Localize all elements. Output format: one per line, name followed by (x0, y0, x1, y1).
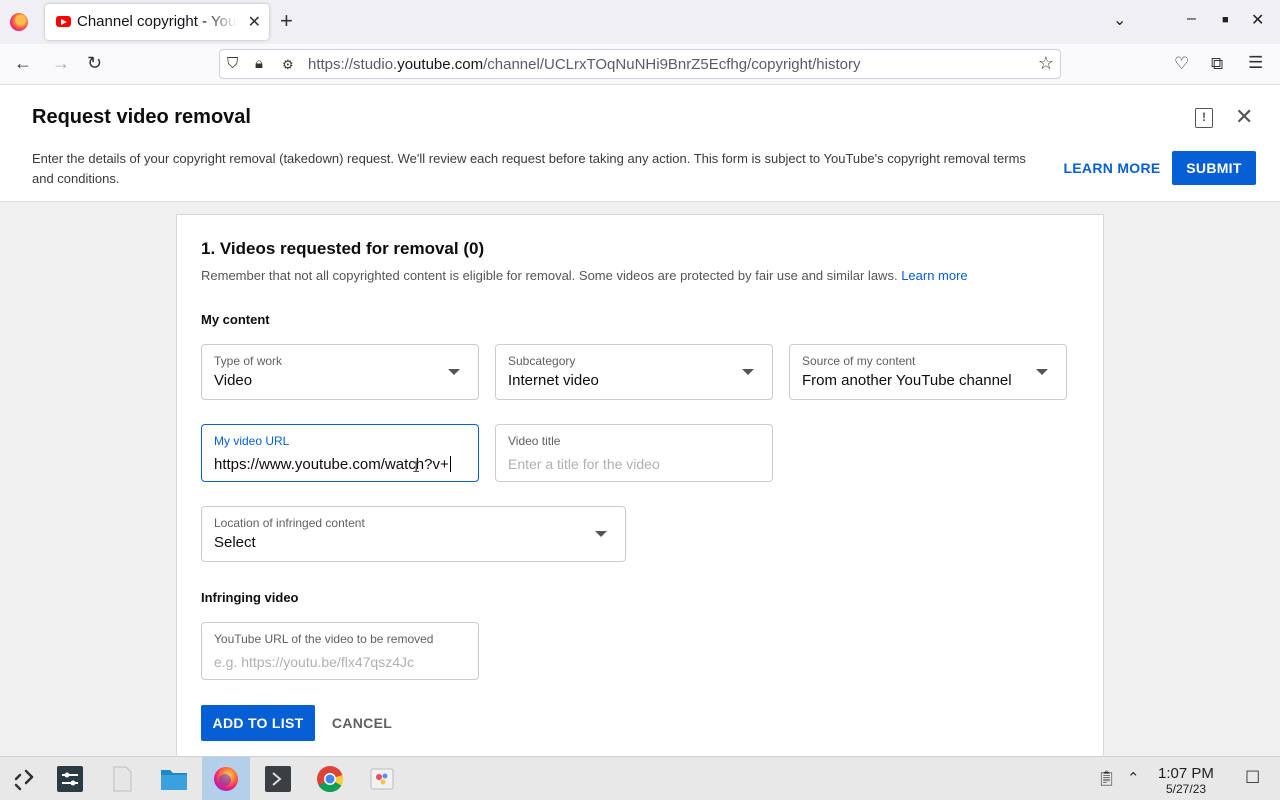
tab-list-chevron-icon[interactable]: ⌄ (1113, 10, 1126, 30)
subcategory-select[interactable]: Subcategory Internet video (495, 344, 773, 400)
location-value: Select (214, 534, 256, 551)
video-title-label: Video title (508, 434, 561, 448)
section-description: Remember that not all copyrighted conten… (201, 268, 968, 283)
taskbar-paint-app[interactable] (358, 757, 406, 800)
dropdown-arrow-icon (595, 531, 607, 537)
settings-app-icon (57, 766, 83, 792)
subcategory-value: Internet video (508, 372, 599, 389)
taskbar-file-manager[interactable] (150, 757, 198, 800)
taskbar-files[interactable] (98, 757, 146, 800)
document-icon (113, 766, 132, 792)
my-video-url-value[interactable]: https://www.youtube.com/watch?v+ (214, 456, 468, 473)
firefox-icon[interactable] (10, 13, 28, 31)
page-header: Request video removal Enter the details … (0, 85, 1280, 202)
dropdown-arrow-icon (742, 369, 754, 375)
my-content-label: My content (201, 312, 270, 327)
infringing-url-label: YouTube URL of the video to be removed (214, 632, 434, 646)
source-of-content-select[interactable]: Source of my content From another YouTub… (789, 344, 1067, 400)
tab-close-icon[interactable]: ✕ (248, 12, 261, 32)
dropdown-arrow-icon (1036, 369, 1048, 375)
section-title: 1. Videos requested for removal (0) (201, 239, 485, 258)
taskbar-settings[interactable] (46, 757, 94, 800)
bookmark-star-icon[interactable]: ☆ (1038, 53, 1054, 74)
shield-icon[interactable]: ⛉ (227, 55, 238, 72)
removal-form-card: 1. Videos requested for removal (0) Reme… (176, 214, 1104, 774)
app-launcher[interactable] (0, 757, 48, 800)
text-caret (449, 456, 451, 472)
browser-tab-active[interactable]: Channel copyright - YouTube Studio ✕ (45, 4, 269, 40)
my-video-url-label: My video URL (214, 434, 290, 448)
chrome-icon (317, 766, 344, 793)
minimize-icon[interactable]: – (1187, 10, 1196, 28)
add-to-list-button[interactable]: ADD TO LIST (201, 705, 315, 741)
taskbar-terminal[interactable] (254, 757, 302, 800)
location-of-infringed-content-select[interactable]: Location of infringed content Select (201, 506, 626, 562)
tray-expand-icon[interactable]: ⌃ (1127, 769, 1140, 787)
url-text[interactable]: https://studio.youtube.com/channel/UCLrx… (308, 56, 861, 73)
pocket-icon[interactable]: ♡ (1174, 54, 1189, 74)
clipboard-icon[interactable]: 📋︎ (1097, 769, 1116, 787)
clock-date[interactable]: 5/27/23 (1166, 782, 1206, 796)
app-menu-icon[interactable]: ☰ (1248, 53, 1263, 73)
folder-icon (161, 770, 187, 790)
show-desktop-icon[interactable]: ☐ (1245, 768, 1260, 788)
forward-icon[interactable]: → (52, 53, 70, 74)
youtube-favicon-icon (56, 16, 71, 27)
infringing-video-label: Infringing video (201, 590, 299, 605)
maximize-icon[interactable]: ■ (1222, 14, 1229, 26)
location-label: Location of infringed content (214, 516, 365, 530)
tab-title: Channel copyright - YouTube Studio (77, 13, 237, 30)
permissions-icon[interactable]: ⚙ (282, 57, 294, 73)
cancel-button[interactable]: CANCEL (327, 705, 397, 741)
reload-icon[interactable]: ↻ (87, 53, 102, 74)
source-label: Source of my content (802, 354, 916, 368)
submit-button[interactable]: SUBMIT (1172, 151, 1256, 185)
infringing-url-placeholder: e.g. https://youtu.be/flx47qsz4Jc (214, 654, 415, 670)
video-title-placeholder: Enter a title for the video (508, 456, 660, 472)
taskbar-firefox[interactable] (202, 757, 250, 800)
url-bar[interactable]: ⛉ 🔒︎ ⚙ https://studio.youtube.com/channe… (219, 49, 1061, 79)
close-dialog-icon[interactable]: ✕ (1235, 105, 1253, 129)
back-icon[interactable]: ← (14, 53, 32, 74)
type-of-work-select[interactable]: Type of work Video (201, 344, 479, 400)
clock-time[interactable]: 1:07 PM (1158, 765, 1214, 782)
learn-more-button[interactable]: LEARN MORE (1060, 151, 1164, 185)
type-of-work-value: Video (214, 372, 253, 389)
new-tab-button[interactable]: + (280, 9, 293, 33)
page-description: Enter the details of your copyright remo… (32, 151, 1026, 186)
browser-tab-strip: Channel copyright - YouTube Studio ✕ + ⌄… (0, 0, 1280, 44)
extensions-icon[interactable]: ⧉ (1211, 54, 1223, 74)
source-value: From another YouTube channel (802, 372, 1012, 389)
type-of-work-label: Type of work (214, 354, 283, 368)
taskbar: 📋︎ ⌃ 1:07 PM 5/27/23 ☐ (0, 756, 1280, 800)
launcher-icon (14, 769, 34, 791)
firefox-icon (214, 767, 238, 791)
page-title: Request video removal (32, 106, 251, 128)
terminal-icon (265, 766, 291, 792)
dropdown-arrow-icon (448, 369, 460, 375)
window-close-icon[interactable]: ✕ (1251, 10, 1264, 30)
learn-more-link[interactable]: Learn more (901, 268, 967, 283)
video-title-input[interactable]: Video title Enter a title for the video (495, 424, 773, 482)
lock-icon[interactable]: 🔒︎ (255, 55, 263, 72)
subcategory-label: Subcategory (508, 354, 576, 368)
my-video-url-input[interactable]: My video URL https://www.youtube.com/wat… (201, 424, 479, 482)
paint-app-icon (370, 768, 394, 790)
taskbar-chrome[interactable] (306, 757, 354, 800)
ibeam-cursor-icon: I (412, 460, 421, 476)
feedback-icon[interactable]: ! (1195, 108, 1213, 128)
infringing-url-input[interactable]: YouTube URL of the video to be removed e… (201, 622, 479, 680)
